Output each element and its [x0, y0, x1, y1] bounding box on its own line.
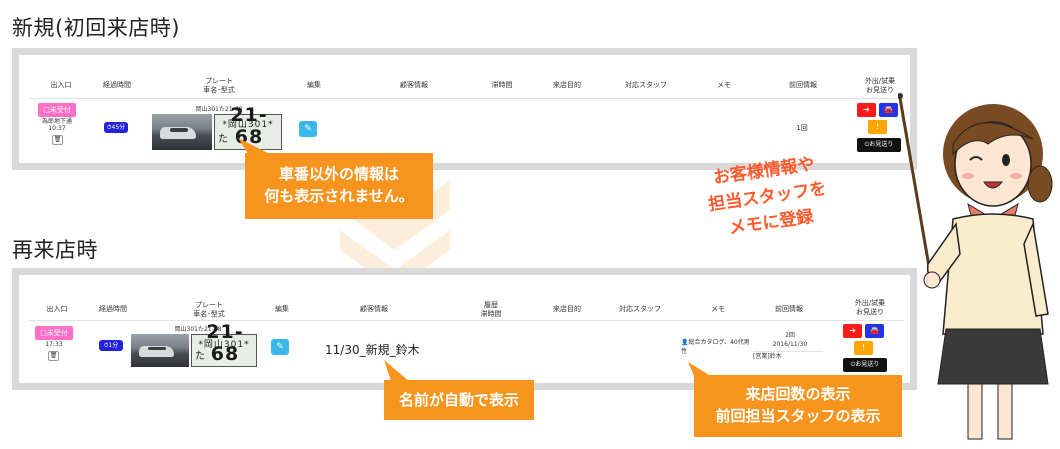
header-history: 前回情報	[789, 81, 817, 89]
car-photo	[131, 334, 189, 367]
delete-icon[interactable]: 🗑	[52, 135, 63, 145]
header-plate: プレート 車名･型式	[189, 77, 249, 95]
pin-button[interactable]: !	[868, 120, 887, 134]
callout-visits-line2: 前回担当スタッフの表示	[715, 407, 881, 425]
status-badge[interactable]: □未受付	[35, 326, 73, 340]
edit-button[interactable]: ✎	[271, 339, 289, 355]
header-purpose: 来店目的	[553, 81, 581, 89]
header-plate-line2: 車名･型式	[193, 310, 225, 318]
header-divider	[29, 320, 904, 321]
header-staff: 対応スタッフ	[619, 305, 661, 313]
last-visit-date: 2016/11/30	[772, 341, 808, 348]
header-plate-line1: プレート	[205, 77, 233, 85]
memo-register-note: お客様情報や 担当スタッフを メモに登録	[703, 150, 832, 244]
header-exit: 外出/試乗 お見送り	[845, 299, 895, 317]
header-stay-line1: 履歴	[484, 301, 498, 309]
memo-value: 総合カタログ、40代男性	[681, 339, 750, 355]
elapsed-timer: ⏱1分	[99, 340, 123, 351]
header-memo: メモ	[711, 305, 725, 313]
header-edit: 編集	[307, 81, 321, 89]
header-staff: 対応スタッフ	[625, 81, 667, 89]
elapsed-timer: ⏱45分	[104, 122, 128, 133]
header-edit: 編集	[275, 305, 289, 313]
callout-no-info-line2: 何も表示されません。	[264, 187, 414, 205]
header-elapsed: 経過時間	[103, 81, 131, 89]
pin-button[interactable]: !	[854, 341, 873, 355]
callout-auto-name: 名前が自動で表示	[384, 380, 534, 420]
new-visit-panel: 出入口 経過時間 プレート 車名･型式 編集 顧客情報 滞時間 来店目的 対応ス…	[12, 48, 917, 170]
delete-icon[interactable]: 🗑	[48, 351, 59, 361]
header-plate-line2: 車名･型式	[203, 86, 235, 94]
header-divider	[29, 98, 904, 99]
visit-count: 2回	[785, 332, 795, 339]
callout-visits: 来店回数の表示 前回担当スタッフの表示	[694, 375, 902, 437]
revisit-panel: 出入口 経過時間 プレート 車名･型式 編集 顧客情報 履歴 滞時間 来店目的 …	[12, 268, 917, 390]
header-plate-line1: プレート	[195, 301, 223, 309]
section-title-new: 新規(初回来店時)	[12, 16, 180, 40]
memo-text: 👤総合カタログ、40代男性	[681, 338, 751, 356]
callout-no-info-tail	[238, 138, 268, 160]
customer-name[interactable]: 11/30_新規_鈴木	[325, 341, 420, 358]
header-customer: 顧客情報	[360, 305, 388, 313]
header-exit-line1: 外出/試乗	[854, 299, 886, 307]
arrival-time: 10:37	[48, 125, 66, 132]
edit-button[interactable]: ✎	[299, 121, 317, 137]
header-history: 前回情報	[775, 305, 803, 313]
visit-count: 1回	[796, 124, 808, 132]
header-plate: プレート 車名･型式	[179, 301, 239, 319]
header-entrance: 出入口	[46, 305, 68, 313]
callout-no-info: 車番以外の情報は 何も表示されません。	[245, 153, 433, 219]
arrival-time: 17:33	[45, 341, 63, 348]
section-title-revisit: 再来店時	[12, 238, 98, 262]
send-off-button[interactable]: ⏻お見送り	[843, 358, 887, 372]
header-stay: 滞時間	[491, 81, 513, 89]
last-staff: [営業]鈴木	[753, 353, 782, 360]
history-divider	[753, 351, 823, 352]
test-drive-button[interactable]: 🚘	[865, 324, 884, 338]
header-memo: メモ	[717, 81, 731, 89]
send-off-button[interactable]: ⏻お見送り	[857, 138, 901, 152]
exit-button[interactable]: ➔	[843, 324, 862, 338]
staff-illustration	[898, 93, 1053, 440]
callout-visits-line1: 来店回数の表示	[745, 385, 851, 403]
header-stay: 履歴 滞時間	[471, 301, 511, 319]
header-entrance: 出入口	[50, 81, 72, 89]
plate-number: 21-68	[206, 321, 244, 365]
header-elapsed: 経過時間	[99, 305, 127, 313]
header-stay-line2: 滞時間	[480, 310, 502, 318]
exit-button[interactable]: ➔	[857, 103, 876, 117]
header-customer: 顧客情報	[400, 81, 428, 89]
status-badge[interactable]: □未受付	[38, 103, 76, 117]
plate-image: *岡山301* た 21-68	[191, 321, 257, 367]
header-exit-line2: お見送り	[856, 308, 884, 316]
callout-no-info-line1: 車番以外の情報は	[278, 165, 399, 183]
test-drive-button[interactable]: 🚘	[879, 103, 898, 117]
car-photo	[152, 114, 212, 150]
header-purpose: 来店目的	[553, 305, 581, 313]
